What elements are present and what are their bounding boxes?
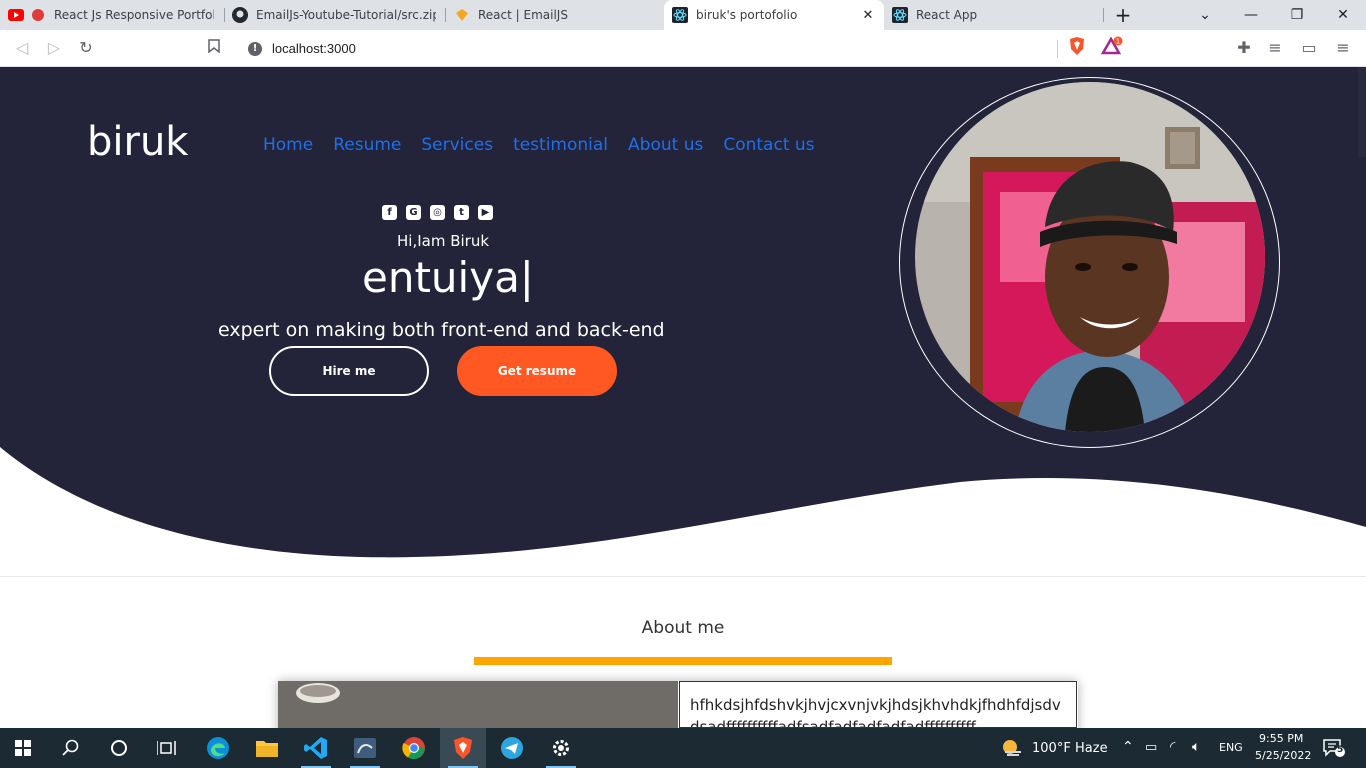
nav-contact[interactable]: Contact us (723, 135, 814, 155)
chrome-icon[interactable] (391, 728, 437, 768)
new-tab-button[interactable]: + (1110, 3, 1136, 27)
notification-count: 5 (1337, 745, 1344, 755)
bookmark-icon[interactable] (202, 36, 226, 60)
wifi-icon[interactable]: ◜ (1170, 739, 1175, 755)
tab-title: React | EmailJS (478, 8, 568, 22)
react-icon (672, 7, 688, 23)
close-tab-icon[interactable]: ✕ (860, 8, 876, 23)
about-heading: About me (641, 618, 725, 638)
typed-text: entuiya| (362, 253, 534, 302)
tab-strip: React Js Responsive Portfolio w EmailJs-… (0, 0, 1366, 30)
about-underline-bar (474, 657, 892, 665)
vscode-icon[interactable] (293, 728, 339, 768)
show-hidden-icons-icon[interactable]: ⌃ (1122, 739, 1134, 755)
restore-button[interactable]: ❐ (1274, 0, 1320, 30)
forward-icon[interactable]: ▷ (42, 36, 66, 60)
task-view-icon[interactable] (144, 728, 190, 768)
mysql-workbench-icon[interactable] (342, 728, 388, 768)
twitter-icon[interactable]: t (454, 205, 469, 220)
nav-services[interactable]: Services (421, 135, 493, 155)
record-icon (30, 7, 46, 23)
reload-icon[interactable]: ↻ (74, 36, 98, 60)
brave-shields-icon[interactable] (1065, 36, 1089, 60)
url-text: localhost:3000 (272, 41, 356, 56)
tab-title: React App (916, 8, 978, 22)
cortana-icon[interactable] (96, 728, 142, 768)
emailjs-icon (454, 7, 470, 23)
volume-icon[interactable]: 🔈︎ (1192, 739, 1200, 755)
profile-photo (915, 82, 1265, 432)
tab-react-app[interactable]: React App (884, 0, 1102, 30)
youtube-icon[interactable]: ▶ (478, 205, 493, 220)
greeting-text: Hi,Iam Biruk (397, 232, 490, 250)
back-icon[interactable]: ◁ (10, 36, 34, 60)
tab-separator (1103, 8, 1104, 22)
file-explorer-icon[interactable] (244, 728, 290, 768)
main-nav: Home Resume Services testimonial About u… (263, 135, 835, 155)
tab-title: EmailJs-Youtube-Tutorial/src.zip at (256, 8, 436, 22)
brave-browser-icon[interactable] (440, 728, 486, 768)
tagline: expert on making both front-end and back… (218, 319, 665, 341)
get-resume-button[interactable]: Get resume (457, 346, 617, 396)
nav-home[interactable]: Home (263, 135, 313, 155)
weather-icon[interactable] (990, 728, 1034, 768)
tab-title: React Js Responsive Portfolio w (54, 8, 214, 22)
section-divider (0, 576, 1366, 577)
instagram-icon[interactable]: ◎ (430, 205, 445, 220)
tab-youtube[interactable]: React Js Responsive Portfolio w (0, 0, 222, 30)
windows-start-icon[interactable] (0, 728, 46, 768)
clock-date[interactable]: 5/25/2022 (1255, 749, 1311, 762)
about-card: hfhkdsjhfdshvkjhvjcxvnjvkjhdsjkhvhdkjfhd… (278, 681, 1078, 728)
hire-me-button[interactable]: Hire me (269, 346, 429, 396)
weather-temperature[interactable]: 100°F (1032, 741, 1071, 756)
brave-rewards-icon[interactable]: 1 (1100, 36, 1124, 60)
clock-time[interactable]: 9:55 PM (1259, 732, 1303, 745)
google-plus-icon[interactable]: G (406, 205, 421, 220)
facebook-icon[interactable]: f (382, 205, 397, 220)
site-logo[interactable]: biruk (87, 119, 188, 165)
browser-toolbar: ◁ ▷ ↻ ! localhost:3000 1 ✚ ≡ ▭ ≡ (0, 30, 1366, 67)
language-indicator[interactable]: ENG (1219, 741, 1243, 754)
media-playlist-icon[interactable]: ≡ (1263, 36, 1287, 60)
site-info-icon[interactable]: ! (248, 41, 262, 56)
tab-title: biruk's portofolio (696, 8, 798, 22)
toolbar-divider (1057, 40, 1058, 58)
telegram-icon[interactable] (489, 728, 535, 768)
about-description: hfhkdsjhfdshvkjhvjcxvnjvkjhdsjkhvhdkjfhd… (679, 681, 1077, 728)
tab-emailjs[interactable]: React | EmailJS (446, 0, 664, 30)
edge-icon[interactable] (195, 728, 241, 768)
about-image (278, 681, 678, 728)
menu-icon[interactable]: ≡ (1331, 36, 1355, 60)
extensions-icon[interactable]: ✚ (1232, 36, 1256, 60)
weather-description[interactable]: Haze (1075, 741, 1108, 756)
nav-about[interactable]: About us (628, 135, 703, 155)
address-bar[interactable]: ! localhost:3000 (238, 34, 1128, 63)
social-links: f G ◎ t ▶ (382, 205, 502, 220)
svg-text:1: 1 (1116, 38, 1120, 46)
nav-resume[interactable]: Resume (333, 135, 401, 155)
nav-testimonial[interactable]: testimonial (513, 135, 608, 155)
react-icon (892, 7, 908, 23)
battery-icon[interactable]: ▭ (1145, 740, 1157, 755)
minimize-button[interactable]: — (1228, 0, 1274, 30)
youtube-icon (8, 7, 24, 23)
tab-portfolio[interactable]: biruk's portofolio ✕ (664, 0, 884, 30)
windows-taskbar: 100°F Haze ⌃ ▭ ◜ 🔈︎ ENG 9:55 PM 5/25/202… (0, 728, 1366, 768)
tab-search-icon[interactable]: ⌄ (1182, 0, 1228, 30)
close-window-button[interactable]: ✕ (1320, 0, 1366, 30)
github-icon (232, 7, 248, 23)
web-page: biruk Home Resume Services testimonial A… (0, 67, 1366, 728)
tab-github[interactable]: EmailJs-Youtube-Tutorial/src.zip at (224, 0, 444, 30)
search-icon[interactable] (48, 728, 94, 768)
wallet-icon[interactable]: ▭ (1297, 36, 1321, 60)
scrollbar-thumb[interactable] (1358, 67, 1366, 157)
settings-gear-icon[interactable] (538, 728, 584, 768)
notifications-icon[interactable]: 5 (1323, 738, 1345, 758)
